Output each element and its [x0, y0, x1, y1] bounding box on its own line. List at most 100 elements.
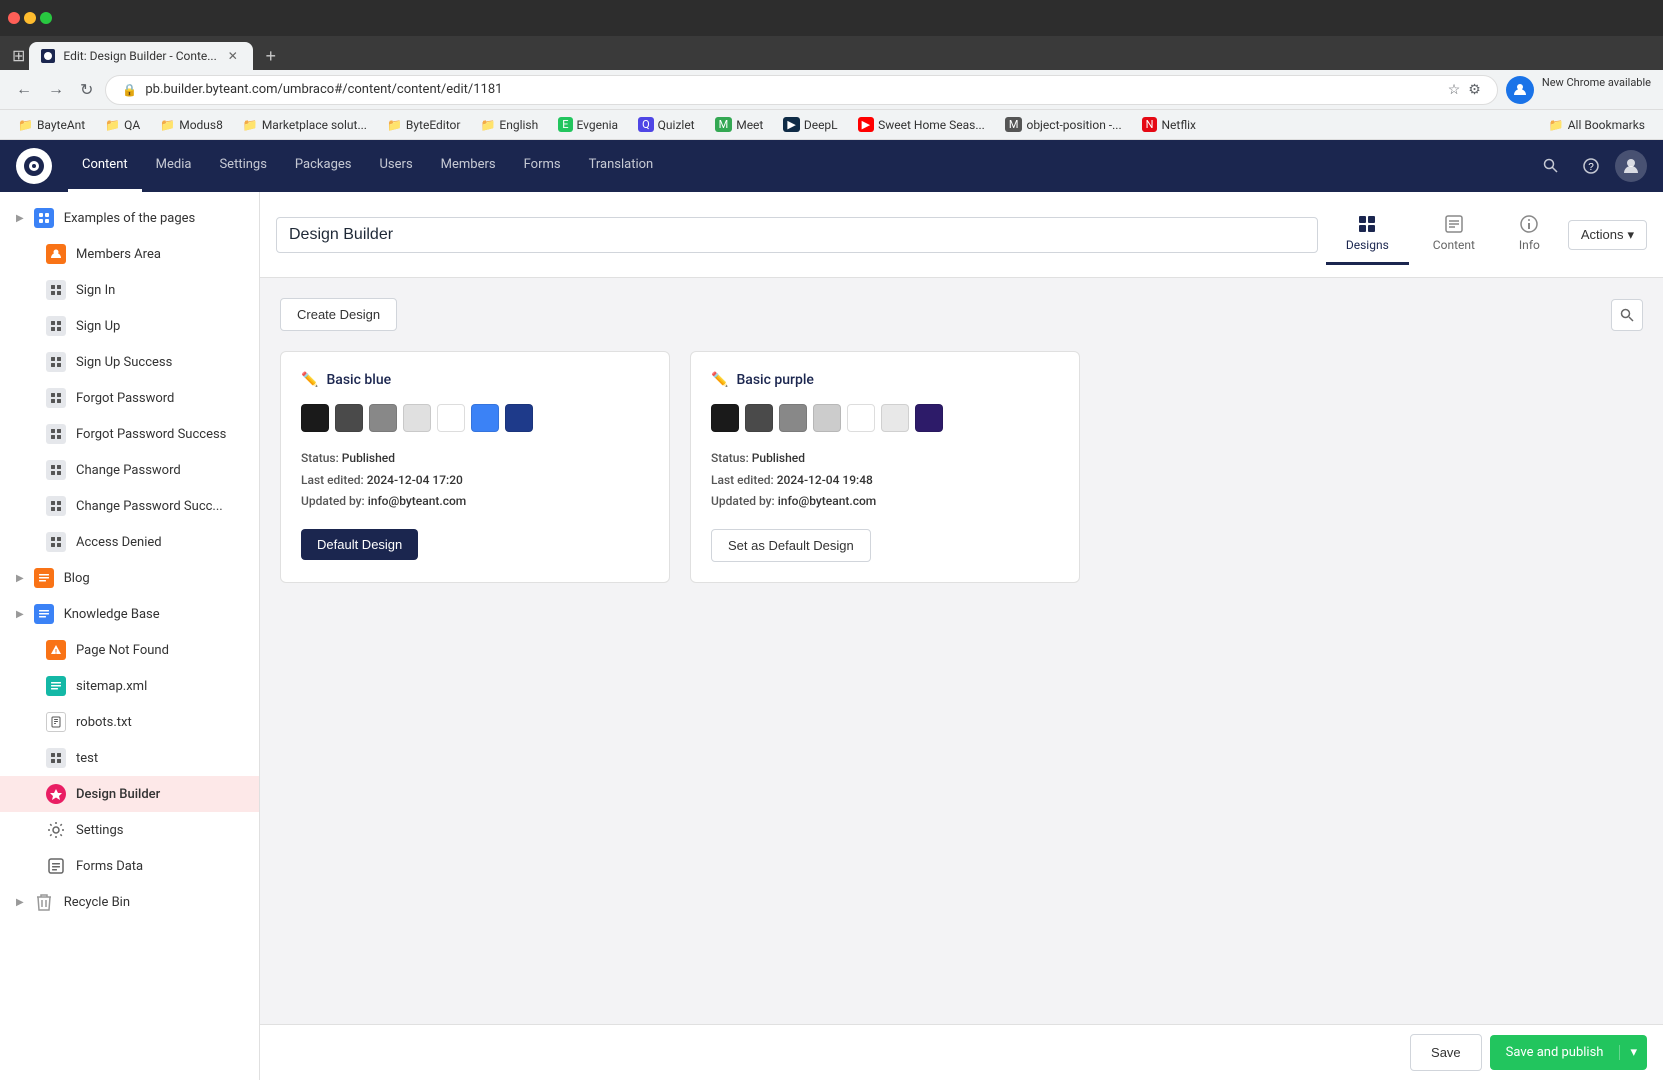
bookmark-sweethome[interactable]: ▶ Sweet Home Seas... — [850, 115, 993, 134]
sidebar-label-recycle-bin: Recycle Bin — [64, 895, 243, 910]
actions-btn[interactable]: Actions ▾ — [1568, 220, 1647, 250]
search-nav-btn[interactable] — [1535, 150, 1567, 182]
apps-grid-btn[interactable]: ⊞ — [8, 42, 29, 70]
nav-item-media[interactable]: Media — [142, 140, 206, 192]
reload-btn[interactable]: ↻ — [76, 76, 97, 104]
bookmark-marketplace[interactable]: 📁 Marketplace solut... — [235, 116, 375, 134]
sidebar-item-test[interactable]: test — [0, 740, 259, 776]
save-publish-label: Save and publish — [1490, 1045, 1620, 1060]
nav-item-members[interactable]: Members — [427, 140, 510, 192]
user-avatar-nav[interactable] — [1615, 150, 1647, 182]
edit-design-icon-blue: ✏️ — [301, 372, 318, 388]
new-tab-btn[interactable]: + — [257, 42, 285, 70]
umbraco-logo[interactable] — [16, 148, 52, 184]
bookmark-star-btn[interactable]: ☆ — [1448, 81, 1461, 98]
sidebar-label-test: test — [76, 751, 243, 766]
expand-arrow-blog: ▶ — [16, 573, 24, 584]
create-design-btn[interactable]: Create Design — [280, 298, 397, 331]
sidebar-item-design-builder[interactable]: Design Builder — [0, 776, 259, 812]
bookmark-netflix[interactable]: N Netflix — [1134, 115, 1204, 134]
sidebar-item-sign-up[interactable]: Sign Up — [0, 308, 259, 344]
nav-item-settings[interactable]: Settings — [205, 140, 280, 192]
nav-item-users[interactable]: Users — [366, 140, 427, 192]
sidebar-item-sitemap[interactable]: sitemap.xml — [0, 668, 259, 704]
sidebar-item-recycle-bin[interactable]: ▶ Recycle Bin — [0, 884, 259, 920]
nav-item-forms[interactable]: Forms — [510, 140, 575, 192]
tab-designs-label: Designs — [1346, 238, 1389, 252]
sidebar-item-access-denied[interactable]: Access Denied — [0, 524, 259, 560]
bookmark-byteeditor[interactable]: 📁 ByteEditor — [379, 116, 469, 134]
tab-title: Edit: Design Builder - Conte... — [63, 49, 216, 63]
page-title-input[interactable] — [276, 217, 1318, 253]
bookmark-evgenia[interactable]: E Evgenia — [550, 115, 626, 134]
sidebar-label-forgot-password: Forgot Password — [76, 391, 243, 406]
sidebar-item-change-password[interactable]: Change Password — [0, 452, 259, 488]
sidebar-item-members-area[interactable]: Members Area — [0, 236, 259, 272]
netflix-favicon: N — [1142, 117, 1158, 132]
minimize-window-btn[interactable] — [24, 12, 36, 24]
close-window-btn[interactable] — [8, 12, 20, 24]
design-edited-row-blue: Last edited: 2024-12-04 17:20 — [301, 470, 649, 492]
save-publish-arrow-icon[interactable]: ▾ — [1619, 1045, 1647, 1060]
bookmark-english[interactable]: 📁 English — [472, 116, 546, 134]
sidebar-item-sign-in[interactable]: Sign In — [0, 272, 259, 308]
extension-btn[interactable]: ⚙ — [1468, 81, 1481, 98]
sidebar-item-blog[interactable]: ▶ Blog — [0, 560, 259, 596]
content-header: Designs Content Info Actions ▾ — [260, 192, 1663, 278]
window-controls — [8, 12, 52, 24]
user-avatar-icon — [1622, 157, 1640, 175]
bookmark-quizlet[interactable]: Q Quizlet — [630, 115, 703, 134]
sidebar-item-change-password-success[interactable]: Change Password Succ... — [0, 488, 259, 524]
profile-avatar[interactable] — [1506, 76, 1534, 104]
sidebar-label-settings: Settings — [76, 823, 243, 838]
tab-designs[interactable]: Designs — [1326, 204, 1409, 265]
sidebar-label-sign-up-success: Sign Up Success — [76, 355, 243, 370]
browser-tab[interactable]: Edit: Design Builder - Conte... ✕ — [29, 42, 252, 70]
sidebar-item-robots[interactable]: robots.txt — [0, 704, 259, 740]
lock-icon: 🔒 — [122, 83, 137, 97]
forward-btn[interactable]: → — [44, 77, 68, 103]
expand-arrow-knowledge-base: ▶ — [16, 609, 24, 620]
search-designs-btn[interactable] — [1611, 299, 1643, 331]
sidebar-label-forgot-password-success: Forgot Password Success — [76, 427, 243, 442]
url-text: pb.builder.byteant.com/umbraco#/content/… — [145, 82, 1439, 97]
bookmark-allbookmarks[interactable]: 📁 All Bookmarks — [1541, 116, 1653, 134]
tab-close-btn[interactable]: ✕ — [225, 48, 241, 64]
youtube-favicon: ▶ — [858, 117, 874, 132]
sidebar-item-knowledge-base[interactable]: ▶ Knowledge Base — [0, 596, 259, 632]
nav-item-translation[interactable]: Translation — [575, 140, 668, 192]
save-publish-btn[interactable]: Save and publish ▾ — [1490, 1035, 1647, 1070]
nav-item-content[interactable]: Content — [68, 140, 142, 192]
sidebar-item-forgot-password-success[interactable]: Forgot Password Success — [0, 416, 259, 452]
maximize-window-btn[interactable] — [40, 12, 52, 24]
design-name-purple: Basic purple — [736, 372, 814, 388]
tab-favicon — [41, 49, 55, 63]
bookmark-meet[interactable]: M Meet — [707, 115, 772, 134]
bookmark-modus8[interactable]: 📁 Modus8 — [152, 116, 231, 134]
bookmark-bayteant[interactable]: 📁 BayteAnt — [10, 116, 93, 134]
designs-tab-icon — [1357, 214, 1377, 234]
help-nav-btn[interactable]: ? — [1575, 150, 1607, 182]
save-btn[interactable]: Save — [1410, 1034, 1482, 1071]
sidebar-item-settings[interactable]: Settings — [0, 812, 259, 848]
sidebar-item-page-not-found[interactable]: Page Not Found — [0, 632, 259, 668]
bookmark-deepl[interactable]: ▶ DeepL — [775, 115, 845, 134]
default-design-btn-blue[interactable]: Default Design — [301, 529, 418, 560]
bookmark-qa[interactable]: 📁 QA — [97, 116, 148, 134]
sidebar-item-forms-data[interactable]: Forms Data — [0, 848, 259, 884]
change-password-success-icon — [46, 496, 66, 516]
tab-info[interactable]: Info — [1499, 204, 1560, 265]
sidebar-item-forgot-password[interactable]: Forgot Password — [0, 380, 259, 416]
tab-content[interactable]: Content — [1413, 204, 1495, 265]
address-input-container[interactable]: 🔒 pb.builder.byteant.com/umbraco#/conten… — [105, 75, 1497, 105]
sidebar-item-sign-up-success[interactable]: Sign Up Success — [0, 344, 259, 380]
content-toolbar-row: Create Design — [280, 298, 1643, 331]
set-default-design-btn-purple[interactable]: Set as Default Design — [711, 529, 871, 562]
nav-item-packages[interactable]: Packages — [281, 140, 366, 192]
swatch-p4 — [813, 404, 841, 432]
sitemap-icon — [46, 676, 66, 696]
back-btn[interactable]: ← — [12, 77, 36, 103]
sidebar-item-examples[interactable]: ▶ Examples of the pages — [0, 200, 259, 236]
bookmark-objectposition[interactable]: M object-position -... — [997, 115, 1130, 134]
sidebar-label-design-builder: Design Builder — [76, 787, 243, 802]
